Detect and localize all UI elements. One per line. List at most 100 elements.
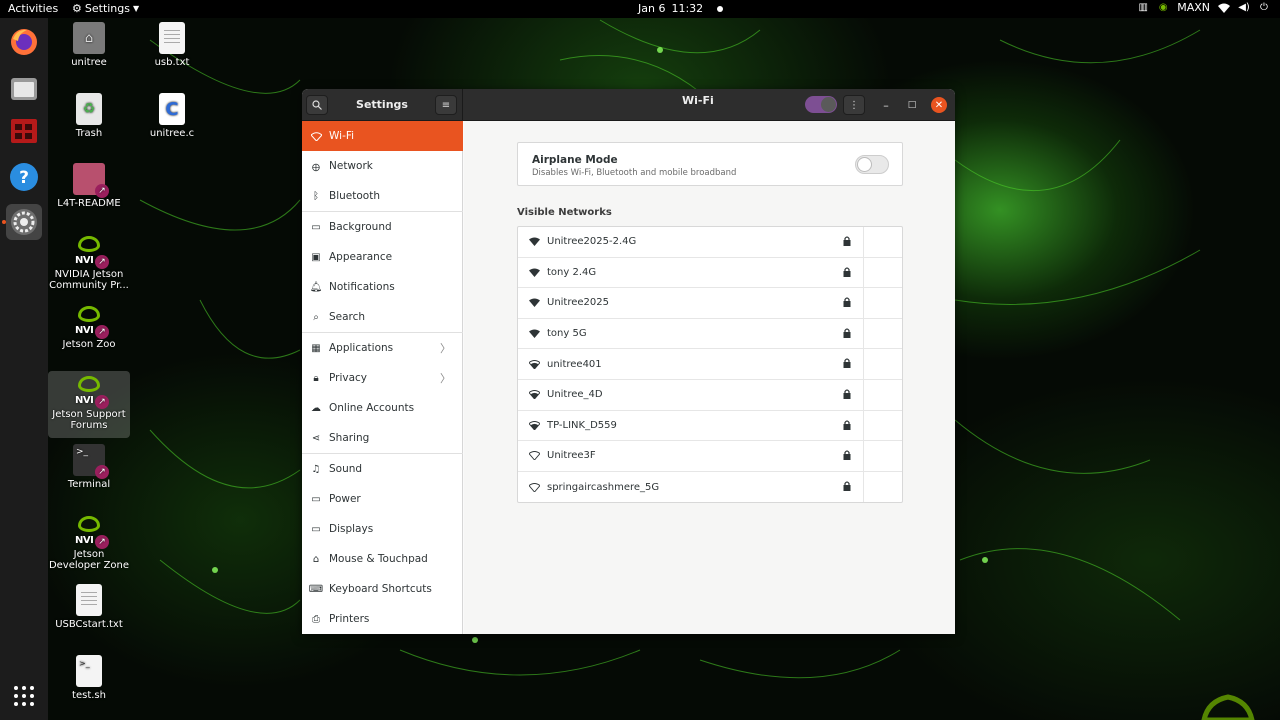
background-icon: ▭ — [311, 221, 321, 233]
wifi-toggle[interactable] — [805, 96, 837, 113]
wifi-signal-strong-icon — [528, 268, 540, 277]
desktop-icon-label: usb.txt — [154, 57, 190, 68]
sidebar-item-appearance[interactable]: ▣ Appearance — [302, 242, 463, 272]
network-row[interactable]: Unitree_4D — [518, 379, 902, 411]
music-note-icon: ♫ — [311, 463, 321, 475]
sidebar-item-applications[interactable]: ▦ Applications 〉 — [302, 333, 463, 363]
sidebar-item-label: Background — [329, 221, 392, 233]
text-file-icon — [159, 22, 185, 54]
power-icon: ▭ — [311, 493, 321, 505]
sidebar-item-label: Bluetooth — [329, 190, 380, 202]
desktop-icon-trash[interactable]: ♻ Trash — [48, 93, 130, 139]
sidebar-item-wifi[interactable]: Wi-Fi — [302, 121, 463, 151]
row-divider — [863, 349, 864, 379]
desktop-icon-label: NVIDIA Jetson Community Pr... — [49, 269, 129, 291]
clock-button[interactable]: Jan 6 11:32 — [638, 2, 724, 15]
sidebar-item-privacy[interactable]: 🔒︎ Privacy 〉 — [302, 363, 463, 393]
desktop-icon-label: Jetson Zoo — [62, 339, 116, 350]
lock-icon — [843, 328, 851, 341]
network-row[interactable]: springaircashmere_5G — [518, 471, 902, 503]
row-divider — [863, 410, 864, 441]
sidebar-item-network[interactable]: 🜨 Network — [302, 151, 463, 181]
sidebar-item-keyboard-shortcuts[interactable]: ⌨ Keyboard Shortcuts — [302, 574, 463, 604]
nvidia-icon[interactable]: ◉ — [1157, 2, 1169, 14]
sidebar-item-mouse-touchpad[interactable]: ⌂ Mouse & Touchpad — [302, 544, 463, 574]
network-row[interactable]: tony 5G — [518, 318, 902, 350]
network-row[interactable]: tony 2.4G — [518, 257, 902, 289]
volume-icon[interactable]: ◀) — [1238, 2, 1250, 14]
desktop-icon-usb-txt[interactable]: usb.txt — [131, 22, 213, 68]
sidebar-item-label: Wi-Fi — [329, 130, 355, 142]
network-row[interactable]: TP-LINK_D559 — [518, 410, 902, 442]
sidebar-item-bluetooth[interactable]: ᛒ Bluetooth — [302, 181, 463, 211]
app-menu-button[interactable]: ⚙ Settings ▼ — [72, 2, 139, 15]
sidebar-item-displays[interactable]: ▭ Displays — [302, 514, 463, 544]
airplane-mode-row: Airplane Mode Disables Wi-Fi, Bluetooth … — [517, 142, 903, 186]
sidebar-item-sound[interactable]: ♫ Sound — [302, 454, 463, 484]
activities-button[interactable]: Activities — [8, 2, 58, 15]
network-status-icon[interactable] — [1218, 2, 1230, 14]
sidebar-item-label: Search — [329, 311, 366, 323]
wifi-menu-button[interactable]: ⋮ — [843, 95, 865, 115]
minimize-button[interactable]: – — [878, 97, 894, 113]
primary-menu-button[interactable]: ≡ — [435, 95, 457, 115]
sidebar-item-label: Printers — [329, 613, 370, 625]
files-icon[interactable] — [6, 70, 42, 106]
sidebar-item-label: Notifications — [329, 281, 395, 293]
desktop-icon-test-sh[interactable]: >_ test.sh — [48, 655, 130, 701]
network-row[interactable]: unitree401 — [518, 349, 902, 380]
power-mode-label[interactable]: MAXN — [1177, 1, 1210, 14]
sidebar-item-background[interactable]: ▭ Background — [302, 212, 463, 242]
sidebar-item-notifications[interactable]: 🔔︎ Notifications — [302, 272, 463, 302]
desktop-icon-unitree[interactable]: ⌂ unitree — [48, 22, 130, 68]
search-button[interactable] — [306, 95, 328, 115]
printer-icon: ⎙ — [312, 613, 320, 625]
jtop-icon[interactable]: ▥ — [1137, 2, 1149, 14]
desktop-icon-unitree-c[interactable]: C unitree.c — [131, 93, 213, 139]
share-icon: ⋖ — [311, 432, 321, 444]
bluetooth-icon: ᛒ — [313, 190, 319, 202]
system-tray[interactable]: ▥ ◉ MAXN ◀) ⏻ — [1137, 1, 1270, 14]
network-row[interactable]: Unitree2025-2.4G — [518, 227, 902, 258]
network-row[interactable]: Unitree2025 — [518, 288, 902, 319]
app-grid-red-icon[interactable] — [6, 113, 42, 149]
desktop-icon-usbcstart[interactable]: USBCstart.txt — [48, 584, 130, 630]
sidebar-item-power[interactable]: ▭ Power — [302, 484, 463, 514]
applications-icon: ▦ — [311, 342, 321, 354]
show-applications-icon[interactable] — [6, 678, 42, 714]
notification-dot-icon — [717, 5, 724, 12]
desktop-icon-l4t-readme[interactable]: ↗ L4T-README — [48, 163, 130, 209]
wifi-signal-medium-icon — [528, 420, 540, 430]
sidebar-item-sharing[interactable]: ⋖ Sharing — [302, 423, 463, 453]
display-icon: ▭ — [311, 523, 321, 535]
network-row[interactable]: Unitree3F — [518, 441, 902, 472]
sidebar-title: Settings — [356, 98, 408, 111]
maximize-button[interactable]: □ — [904, 97, 920, 113]
nvidia-logo-icon: NVI ↗ — [73, 304, 109, 339]
sidebar-item-search[interactable]: ⌕ Search — [302, 302, 463, 332]
airplane-mode-switch[interactable] — [855, 155, 889, 174]
help-icon[interactable]: ? — [6, 159, 42, 195]
wifi-signal-weak-icon — [528, 482, 540, 492]
sidebar-item-label: Network — [329, 160, 373, 172]
sidebar-item-printers[interactable]: ⎙ Printers — [302, 604, 463, 634]
power-menu-icon[interactable]: ⏻ — [1258, 2, 1270, 14]
keyboard-icon: ⌨ — [308, 583, 324, 595]
desktop-icon-terminal[interactable]: >_ ↗ Terminal — [48, 444, 130, 490]
wifi-signal-strong-icon — [528, 237, 540, 247]
sidebar-item-label: Power — [329, 493, 361, 505]
sidebar-item-label: Keyboard Shortcuts — [329, 583, 432, 595]
close-button[interactable]: ✕ — [931, 97, 947, 113]
sidebar-item-label: Displays — [329, 523, 374, 535]
settings-app-icon[interactable] — [6, 204, 42, 240]
desktop-icon-label: USBCstart.txt — [55, 619, 123, 630]
firefox-icon[interactable] — [6, 24, 42, 60]
network-ssid: Unitree2025-2.4G — [547, 236, 637, 248]
sidebar-item-online-accounts[interactable]: ☁ Online Accounts — [302, 393, 463, 423]
desktop-icon-nvidia-community[interactable]: NVI ↗ NVIDIA Jetson Community Pr... — [48, 234, 130, 291]
sidebar-item-label: Sharing — [329, 432, 370, 444]
desktop-icon-jetson-developer-zone[interactable]: NVI ↗ Jetson Developer Zone — [48, 514, 130, 571]
desktop-icon-jetson-zoo[interactable]: NVI ↗ Jetson Zoo — [48, 304, 130, 350]
network-ssid: Unitree3F — [547, 450, 596, 462]
desktop-icon-jetson-support[interactable]: NVI ↗ Jetson Support Forums — [48, 371, 130, 438]
